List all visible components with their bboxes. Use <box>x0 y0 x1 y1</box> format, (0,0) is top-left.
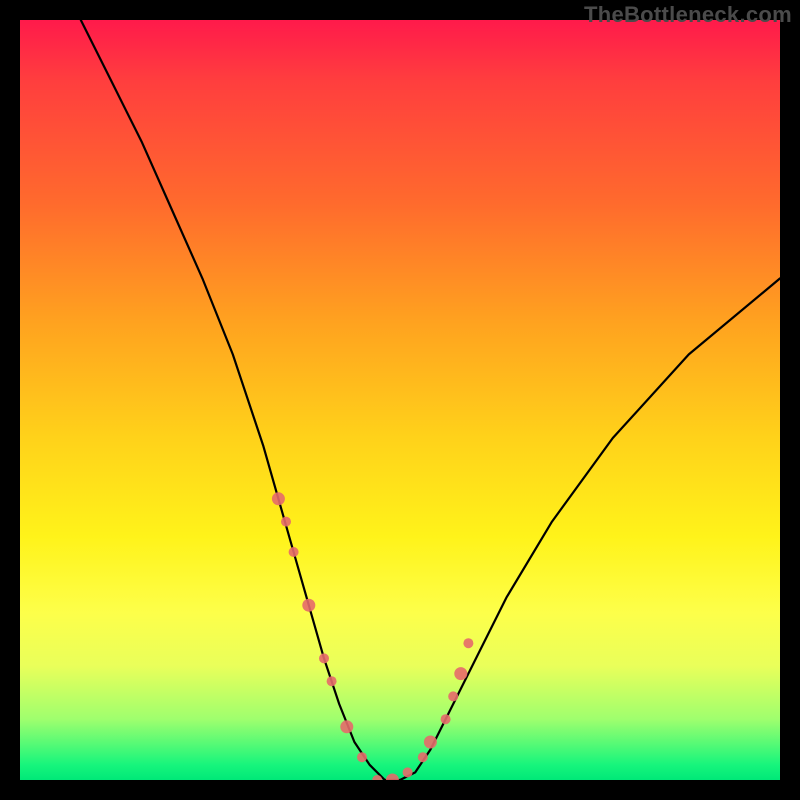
chart-svg <box>20 20 780 780</box>
marker-point <box>272 492 285 505</box>
marker-point <box>386 774 399 781</box>
marker-point <box>302 599 315 612</box>
marker-point <box>357 752 367 762</box>
marker-point <box>424 736 437 749</box>
chart-frame: TheBottleneck.com <box>0 0 800 800</box>
marker-point <box>281 517 291 527</box>
marker-point <box>319 653 329 663</box>
marker-point <box>418 752 428 762</box>
marker-point <box>289 547 299 557</box>
marker-point <box>448 691 458 701</box>
watermark-text: TheBottleneck.com <box>584 2 792 28</box>
bottleneck-curve <box>81 20 780 780</box>
marker-point <box>340 720 353 733</box>
marker-point <box>463 638 473 648</box>
marker-point <box>327 676 337 686</box>
marker-point <box>441 714 451 724</box>
marker-point <box>454 667 467 680</box>
plot-area <box>20 20 780 780</box>
marker-point <box>403 767 413 777</box>
